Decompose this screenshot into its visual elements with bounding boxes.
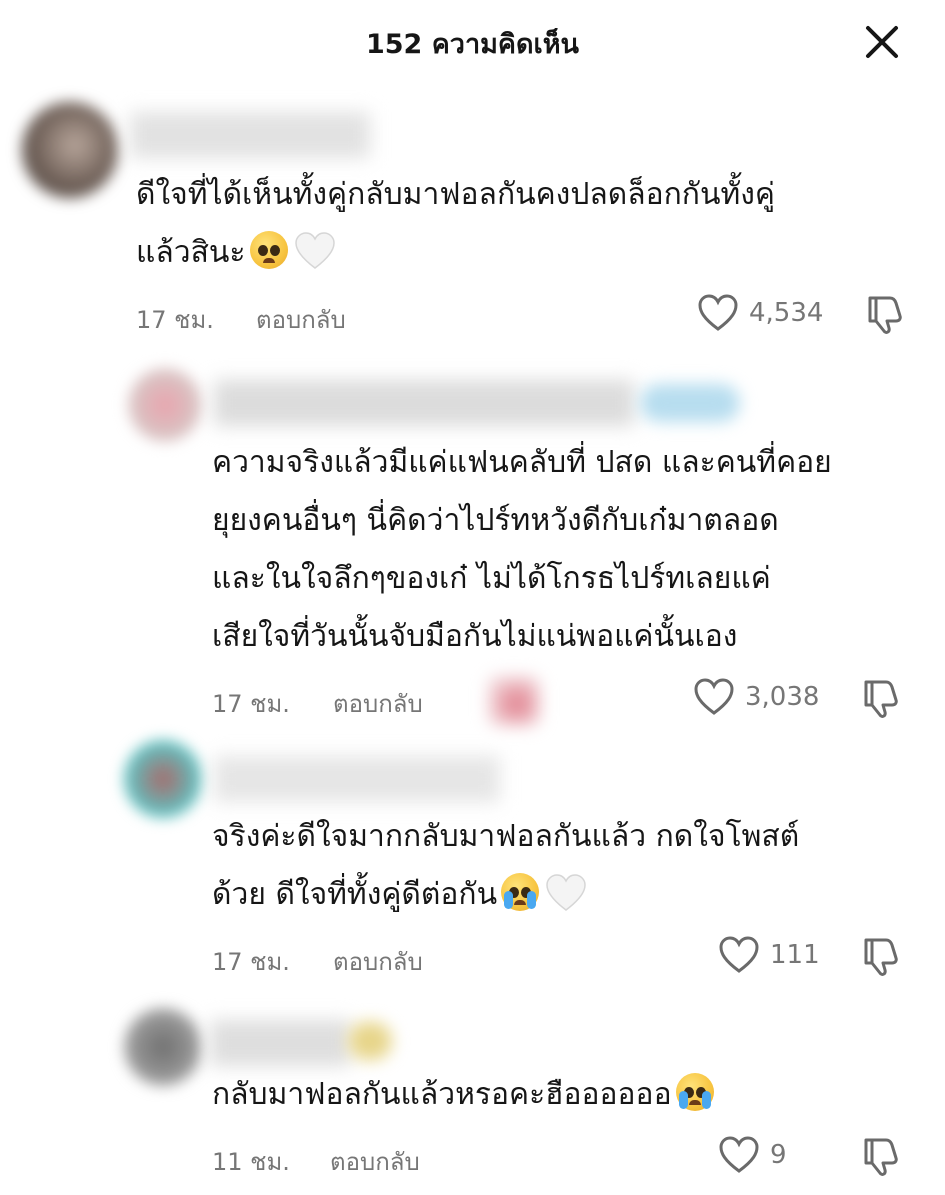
comment-text-line: กลับมาฟอลกันแล้วหรอคะฮืออออออ [212, 1066, 714, 1124]
comment-time: 17 ชม. [136, 306, 214, 334]
comment-text: ด้วย ดีใจที่ทั้งคู่ดีต่อกัน [212, 877, 498, 912]
close-button[interactable] [862, 22, 902, 62]
avatar[interactable] [128, 368, 202, 442]
comment-text-line: ด้วย ดีใจที่ทั้งคู่ดีต่อกัน [212, 866, 587, 924]
comments-header: 152 ความคิดเห็น [0, 0, 945, 80]
reply-button[interactable]: ตอบกลับ [330, 1142, 420, 1181]
comment-text-line: ยุยงคนอื่นๆ นี่คิดว่าไปร์ทหวังดีกับเก๋มา… [212, 503, 779, 538]
username-badge-redacted [640, 384, 740, 422]
comments-sheet: 152 ความคิดเห็น ดีใจที่ได้เห็นทั้งคู่กลั… [0, 0, 945, 1195]
heart-outline-icon [694, 678, 734, 715]
thumbs-down-icon[interactable] [860, 934, 904, 978]
comment-time: 11 ชม. [212, 1148, 290, 1176]
username-redacted[interactable] [130, 112, 370, 158]
comment-text-line: แล้วสินะ [136, 224, 336, 282]
pleading-face-emoji [249, 231, 288, 269]
comment-text-line: ดีใจที่ได้เห็นทั้งคู่กลับมาฟอลกันคงปลดล็… [136, 177, 775, 212]
reply-button[interactable]: ตอบกลับ [333, 684, 423, 723]
avatar[interactable] [22, 102, 118, 198]
avatar[interactable] [124, 1008, 202, 1086]
username-redacted[interactable] [214, 380, 634, 426]
thumbs-down-icon[interactable] [860, 1134, 904, 1178]
comment-text-line: จริงค่ะดีใจมากกลับมาฟอลกันแล้ว กดใจโพสต์ [212, 819, 800, 854]
heart-outline-icon [719, 936, 759, 973]
like-button[interactable]: 3,038 [693, 678, 819, 716]
comment-text-line: เสียใจที่วันนั้นจับมือกันไม่แน่พอแค่นั้น… [212, 619, 738, 654]
white-heart-emoji [294, 232, 335, 269]
username-badge-redacted [348, 1022, 392, 1060]
comment-text: กลับมาฟอลกันแล้วหรอคะฮืออออออ [212, 1077, 672, 1112]
like-button[interactable]: 4,534 [697, 294, 823, 332]
thumbs-down-icon[interactable] [860, 676, 904, 720]
thumbs-down-icon[interactable] [864, 292, 908, 336]
white-heart-emoji [546, 874, 586, 911]
comment-time: 17 ชม. [212, 948, 290, 976]
creator-liked-avatar-redacted [488, 676, 540, 726]
heart-outline-icon [719, 1136, 759, 1173]
username-redacted[interactable] [214, 756, 500, 802]
close-icon [866, 26, 898, 58]
reply-button[interactable]: ตอบกลับ [256, 300, 346, 339]
comments-count-title: 152 ความคิดเห็น [365, 29, 580, 60]
like-count: 111 [770, 940, 820, 970]
loudly-crying-face-emoji [675, 1073, 714, 1111]
username-redacted[interactable] [210, 1020, 350, 1066]
like-count: 3,038 [745, 682, 820, 712]
heart-outline-icon [698, 294, 738, 331]
loudly-crying-face-emoji [501, 873, 540, 911]
like-button[interactable]: 9 [718, 1136, 787, 1174]
comment-text-line: และในใจลึกๆของเก๋ ไม่ได้โกรธไปร์ทเลยแค่ [212, 561, 771, 596]
like-count: 4,534 [749, 298, 824, 328]
comment-text: แล้วสินะ [136, 235, 246, 270]
avatar[interactable] [124, 740, 202, 818]
reply-button[interactable]: ตอบกลับ [333, 942, 423, 981]
comment-time: 17 ชม. [212, 690, 290, 718]
like-button[interactable]: 111 [718, 936, 820, 974]
like-count: 9 [770, 1140, 787, 1170]
comment-text-line: ความจริงแล้วมีแค่แฟนคลับที่ ปสด และคนที่… [212, 445, 832, 480]
